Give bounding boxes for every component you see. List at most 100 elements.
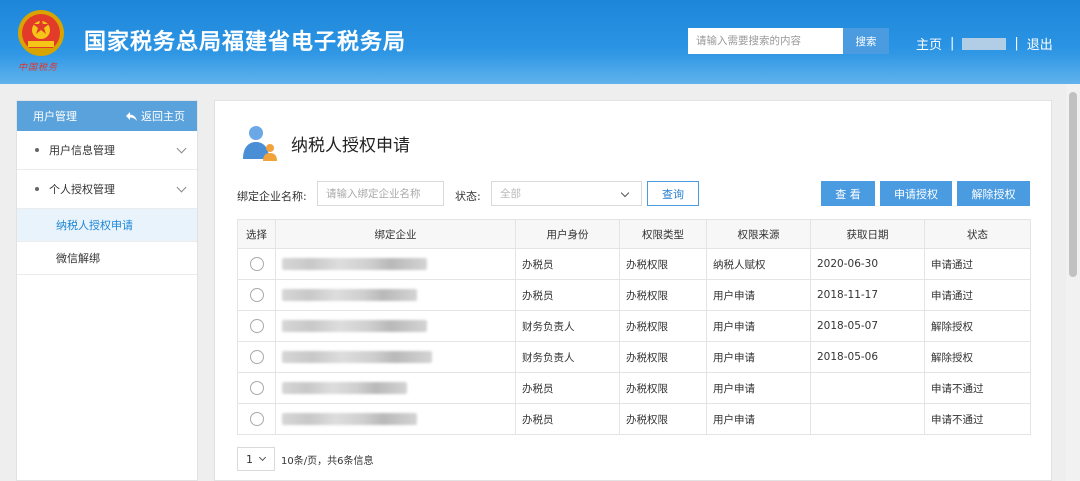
- masked-company-name: [282, 351, 432, 363]
- column-header: 权限类型: [619, 219, 707, 249]
- status-select[interactable]: 全部: [491, 181, 642, 206]
- company-cell: [275, 310, 516, 342]
- user-group-icon: [243, 126, 277, 161]
- vertical-scrollbar[interactable]: [1066, 84, 1080, 481]
- company-filter-label: 绑定企业名称:: [237, 190, 307, 203]
- select-cell: [237, 279, 276, 311]
- column-header: 权限来源: [706, 219, 811, 249]
- company-cell: [275, 248, 516, 280]
- sidebar-item-personal-auth[interactable]: 个人授权管理: [17, 170, 197, 209]
- back-home-label: 返回主页: [141, 110, 185, 123]
- pagination: 1 10条/页，共6条信息: [237, 447, 373, 471]
- select-cell: [237, 341, 276, 373]
- auth-table: 选择 绑定企业 用户身份 权限类型 权限来源 获取日期 状态 办税员 办税权限 …: [237, 219, 1031, 435]
- bullet-icon: [35, 187, 39, 191]
- sidebar-subitem-wechat-unbind[interactable]: 微信解绑: [17, 242, 197, 275]
- status-select-value: 全部: [500, 188, 521, 200]
- select-cell: [237, 372, 276, 404]
- revoke-auth-button[interactable]: 解除授权: [957, 181, 1030, 206]
- date-cell: 2020-06-30: [810, 248, 925, 280]
- table-row[interactable]: 办税员 办税权限 用户申请 申请不通过: [237, 372, 1031, 404]
- sidebar-item-user-info[interactable]: 用户信息管理: [17, 131, 197, 170]
- select-cell: [237, 248, 276, 280]
- status-cell: 解除授权: [924, 310, 1031, 342]
- company-name-input[interactable]: [317, 181, 444, 206]
- table-row[interactable]: 办税员 办税权限 用户申请 2018-11-17 申请通过: [237, 279, 1031, 311]
- identity-cell: 办税员: [515, 372, 620, 404]
- status-cell: 申请通过: [924, 248, 1031, 280]
- column-header: 状态: [924, 219, 1031, 249]
- column-header: 用户身份: [515, 219, 620, 249]
- home-link[interactable]: 主页: [916, 34, 942, 53]
- masked-company-name: [282, 382, 407, 394]
- tax-emblem-icon: [18, 10, 64, 56]
- nav-separator: |: [1014, 36, 1019, 51]
- column-header: 绑定企业: [275, 219, 516, 249]
- emblem-script-text: 中国税务: [18, 63, 59, 73]
- source-cell: 用户申请: [706, 403, 811, 435]
- table-header-row: 选择 绑定企业 用户身份 权限类型 权限来源 获取日期 状态: [237, 219, 1031, 249]
- identity-cell: 办税员: [515, 403, 620, 435]
- page-size-value: 1: [246, 452, 253, 466]
- scrollbar-thumb[interactable]: [1069, 92, 1077, 277]
- identity-cell: 财务负责人: [515, 341, 620, 373]
- back-home-link[interactable]: 返回主页: [126, 108, 185, 124]
- perm-type-cell: 办税权限: [619, 403, 707, 435]
- logout-link[interactable]: 退出: [1027, 34, 1053, 53]
- chevron-down-icon: [176, 182, 187, 193]
- bullet-icon: [35, 148, 39, 152]
- masked-company-name: [282, 413, 417, 425]
- table-row[interactable]: 办税员 办税权限 用户申请 申请不通过: [237, 403, 1031, 435]
- row-radio[interactable]: [249, 412, 264, 426]
- source-cell: 用户申请: [706, 279, 811, 311]
- identity-cell: 办税员: [515, 248, 620, 280]
- source-cell: 用户申请: [706, 372, 811, 404]
- site-title: 国家税务总局福建省电子税务局: [84, 30, 407, 55]
- perm-type-cell: 办税权限: [619, 279, 707, 311]
- masked-username: [962, 37, 1007, 50]
- source-cell: 用户申请: [706, 341, 811, 373]
- source-cell: 用户申请: [706, 310, 811, 342]
- perm-type-cell: 办税权限: [619, 310, 707, 342]
- identity-cell: 财务负责人: [515, 310, 620, 342]
- status-cell: 申请不通过: [924, 372, 1031, 404]
- status-cell: 申请通过: [924, 279, 1031, 311]
- sidebar-subitem-taxpayer-auth[interactable]: 纳税人授权申请: [17, 209, 197, 242]
- perm-type-cell: 办税权限: [619, 248, 707, 280]
- perm-type-cell: 办税权限: [619, 372, 707, 404]
- back-arrow-icon: [126, 111, 137, 121]
- masked-company-name: [282, 258, 427, 270]
- row-radio[interactable]: [249, 381, 264, 395]
- company-cell: [275, 341, 516, 373]
- column-header: 获取日期: [810, 219, 925, 249]
- status-filter-label: 状态:: [455, 190, 481, 203]
- chevron-down-icon: [620, 188, 630, 198]
- search-input[interactable]: [688, 28, 844, 54]
- query-button[interactable]: 查询: [647, 181, 699, 206]
- date-cell: 2018-11-17: [810, 279, 925, 311]
- source-cell: 纳税人赋权: [706, 248, 811, 280]
- top-nav: 主页 | | 退出: [916, 34, 1053, 53]
- table-row[interactable]: 办税员 办税权限 纳税人赋权 2020-06-30 申请通过: [237, 248, 1031, 280]
- table-row[interactable]: 财务负责人 办税权限 用户申请 2018-05-07 解除授权: [237, 310, 1031, 342]
- search-button[interactable]: 搜索: [843, 28, 889, 54]
- page-title: 纳税人授权申请: [291, 136, 410, 156]
- date-cell: 2018-05-06: [810, 341, 925, 373]
- date-cell: [810, 372, 925, 404]
- row-radio[interactable]: [249, 350, 264, 364]
- masked-company-name: [282, 289, 417, 301]
- row-radio[interactable]: [249, 257, 264, 271]
- apply-auth-button[interactable]: 申请授权: [880, 181, 952, 206]
- sidebar-header: 用户管理 返回主页: [17, 101, 197, 131]
- top-header: 中国税务 国家税务总局福建省电子税务局 搜索 主页 | | 退出: [0, 0, 1080, 84]
- row-radio[interactable]: [249, 288, 264, 302]
- table-row[interactable]: 财务负责人 办税权限 用户申请 2018-05-06 解除授权: [237, 341, 1031, 373]
- view-button[interactable]: 查 看: [821, 181, 875, 206]
- select-cell: [237, 310, 276, 342]
- row-radio[interactable]: [249, 319, 264, 333]
- date-cell: 2018-05-07: [810, 310, 925, 342]
- main-panel: 纳税人授权申请 绑定企业名称: 状态: 全部 查询 查 看 申请授权 解除授权 …: [214, 100, 1052, 481]
- page-size-select[interactable]: 1: [237, 447, 275, 471]
- identity-cell: 办税员: [515, 279, 620, 311]
- sidebar-item-label: 用户信息管理: [49, 144, 115, 157]
